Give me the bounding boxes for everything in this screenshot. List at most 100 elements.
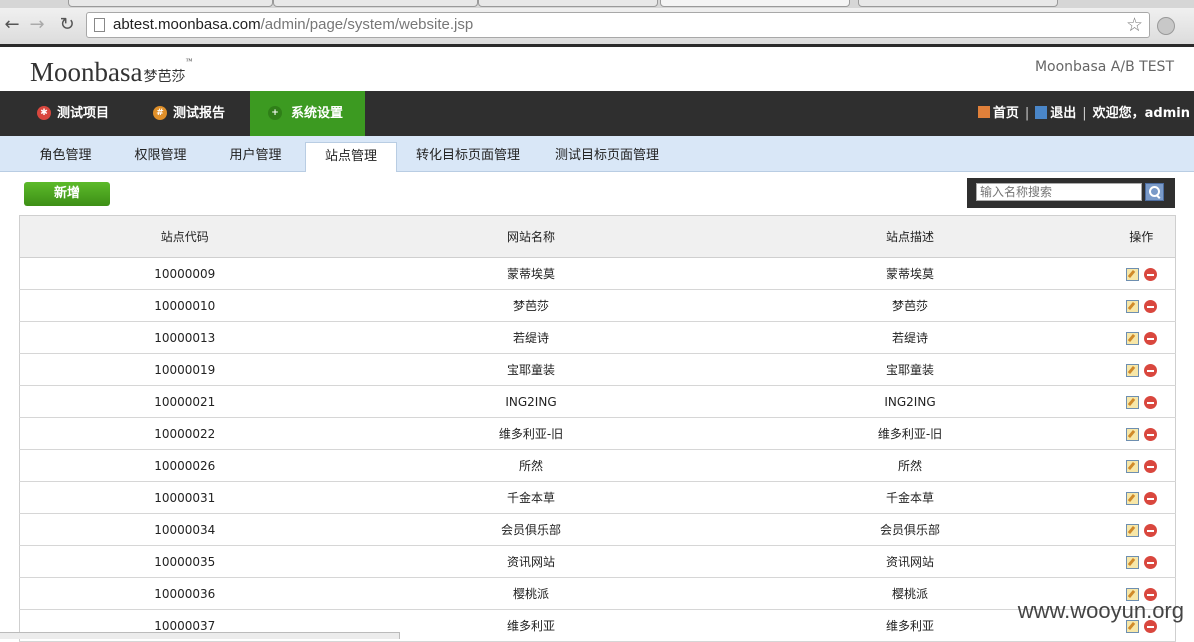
operations-cell	[1107, 385, 1176, 418]
welcome-text: 欢迎您，admin	[1092, 106, 1190, 121]
operations-cell	[1107, 513, 1176, 546]
browser-tab[interactable]	[478, 0, 658, 7]
page-top-bar	[0, 44, 1194, 47]
delete-icon[interactable]	[1143, 267, 1157, 281]
operations-cell	[1107, 545, 1176, 578]
site-code-cell: 10000031	[19, 481, 350, 514]
table-row: 10000034 会员俱乐部 会员俱乐部	[19, 513, 1176, 546]
site-description-cell: 维多利亚-旧	[712, 417, 1108, 450]
operations-cell	[1107, 321, 1176, 354]
site-code-cell: 10000009	[19, 257, 350, 290]
forward-arrow-icon[interactable]: →	[26, 13, 48, 37]
delete-icon[interactable]	[1143, 363, 1157, 377]
table-row: 10000009 蒙蒂埃莫 蒙蒂埃莫	[19, 257, 1176, 290]
delete-icon[interactable]	[1143, 299, 1157, 313]
tab-site-management[interactable]: 站点管理	[305, 142, 397, 172]
back-arrow-icon[interactable]: ←	[1, 13, 23, 37]
nav-item-test-reports[interactable]: # 测试报告	[153, 91, 225, 136]
delete-icon[interactable]	[1143, 555, 1157, 569]
main-nav: ✱ 测试项目 # 测试报告 + 系统设置 首页 | 退出 | 欢迎您，admin	[0, 91, 1194, 136]
delete-icon[interactable]	[1143, 523, 1157, 537]
browser-tab[interactable]	[273, 0, 478, 7]
site-description-cell: 所然	[712, 449, 1108, 482]
address-bar[interactable]: abtest.moonbasa.com/admin/page/system/we…	[86, 12, 1150, 38]
user-area: 首页 | 退出 | 欢迎您，admin	[977, 91, 1190, 136]
site-name-cell: 会员俱乐部	[349, 513, 713, 546]
nav-item-test-projects[interactable]: ✱ 测试项目	[37, 91, 109, 136]
moonbasa-logo[interactable]: Moonbasa梦芭莎™	[30, 57, 192, 88]
delete-icon[interactable]	[1143, 427, 1157, 441]
status-bar	[0, 632, 400, 639]
edit-icon[interactable]	[1125, 523, 1139, 537]
site-code-cell: 10000013	[19, 321, 350, 354]
site-name-cell: 所然	[349, 449, 713, 482]
header-site-code: 站点代码	[19, 215, 350, 258]
header-site-description: 站点描述	[712, 215, 1108, 258]
header-operations: 操作	[1107, 215, 1176, 258]
edit-icon[interactable]	[1125, 491, 1139, 505]
edit-icon[interactable]	[1125, 395, 1139, 409]
site-description-cell: 资讯网站	[712, 545, 1108, 578]
table-row: 10000026 所然 所然	[19, 449, 1176, 482]
delete-icon[interactable]	[1143, 459, 1157, 473]
site-description-cell: 梦芭莎	[712, 289, 1108, 322]
nav-label: 测试报告	[173, 106, 226, 121]
site-name-cell: 若缇诗	[349, 321, 713, 354]
home-link[interactable]: 首页	[977, 106, 1019, 121]
edit-icon[interactable]	[1125, 299, 1139, 313]
grid-icon: #	[153, 106, 167, 120]
browser-tab-strip	[0, 0, 1194, 8]
edit-icon[interactable]	[1125, 555, 1139, 569]
browser-tab[interactable]	[858, 0, 1058, 7]
operations-cell	[1107, 257, 1176, 290]
operations-cell	[1107, 417, 1176, 450]
site-code-cell: 10000036	[19, 577, 350, 610]
search-box	[967, 178, 1175, 208]
site-description-cell: 千金本草	[712, 481, 1108, 514]
browser-tab[interactable]	[68, 0, 273, 7]
tab-role-management[interactable]: 角色管理	[28, 142, 103, 172]
edit-icon[interactable]	[1125, 427, 1139, 441]
browser-tab-active[interactable]	[660, 0, 850, 7]
tab-conversion-page-management[interactable]: 转化目标页面管理	[410, 142, 526, 172]
target-icon: ✱	[37, 106, 51, 120]
site-description-cell: 若缇诗	[712, 321, 1108, 354]
site-name-cell: 梦芭莎	[349, 289, 713, 322]
brand-title: Moonbasa A/B TEST	[1034, 59, 1174, 75]
table-body: 10000009 蒙蒂埃莫 蒙蒂埃莫 10000010 梦芭莎 梦芭莎 10000013 若缇…	[19, 257, 1176, 642]
site-code-cell: 10000035	[19, 545, 350, 578]
table-row: 10000010 梦芭莎 梦芭莎	[19, 289, 1176, 322]
extension-icon[interactable]	[1157, 17, 1175, 35]
site-table: 站点代码 网站名称 站点描述 操作 10000009 蒙蒂埃莫 蒙蒂埃莫 100000…	[19, 215, 1176, 642]
tab-user-management[interactable]: 用户管理	[218, 142, 293, 172]
delete-icon[interactable]	[1143, 331, 1157, 345]
edit-icon[interactable]	[1125, 331, 1139, 345]
delete-icon[interactable]	[1143, 491, 1157, 505]
logout-icon	[1035, 106, 1048, 119]
site-code-cell: 10000022	[19, 417, 350, 450]
edit-icon[interactable]	[1125, 363, 1139, 377]
delete-icon[interactable]	[1143, 395, 1157, 409]
tab-permission-management[interactable]: 权限管理	[123, 142, 198, 172]
search-button[interactable]	[1145, 183, 1164, 201]
search-input[interactable]	[976, 183, 1142, 201]
edit-icon[interactable]	[1125, 459, 1139, 473]
tab-test-page-management[interactable]: 测试目标页面管理	[549, 142, 665, 172]
site-description-cell: 蒙蒂埃莫	[712, 257, 1108, 290]
operations-cell	[1107, 289, 1176, 322]
table-row: 10000013 若缇诗 若缇诗	[19, 321, 1176, 354]
table-row: 10000035 资讯网站 资讯网站	[19, 545, 1176, 578]
add-button[interactable]: 新增	[24, 182, 110, 206]
reload-icon[interactable]: ↻	[56, 13, 78, 37]
edit-icon[interactable]	[1125, 267, 1139, 281]
operations-cell	[1107, 449, 1176, 482]
table-row: 10000031 千金本草 千金本草	[19, 481, 1176, 514]
watermark: www.wooyun.org	[1017, 598, 1184, 623]
site-name-cell: 蒙蒂埃莫	[349, 257, 713, 290]
site-name-cell: ING2ING	[349, 385, 713, 418]
nav-item-system-settings[interactable]: + 系统设置	[250, 91, 365, 136]
logout-link[interactable]: 退出	[1035, 106, 1076, 121]
bookmark-star-icon[interactable]: ☆	[1126, 14, 1143, 36]
table-row: 10000021 ING2ING ING2ING	[19, 385, 1176, 418]
site-name-cell: 千金本草	[349, 481, 713, 514]
